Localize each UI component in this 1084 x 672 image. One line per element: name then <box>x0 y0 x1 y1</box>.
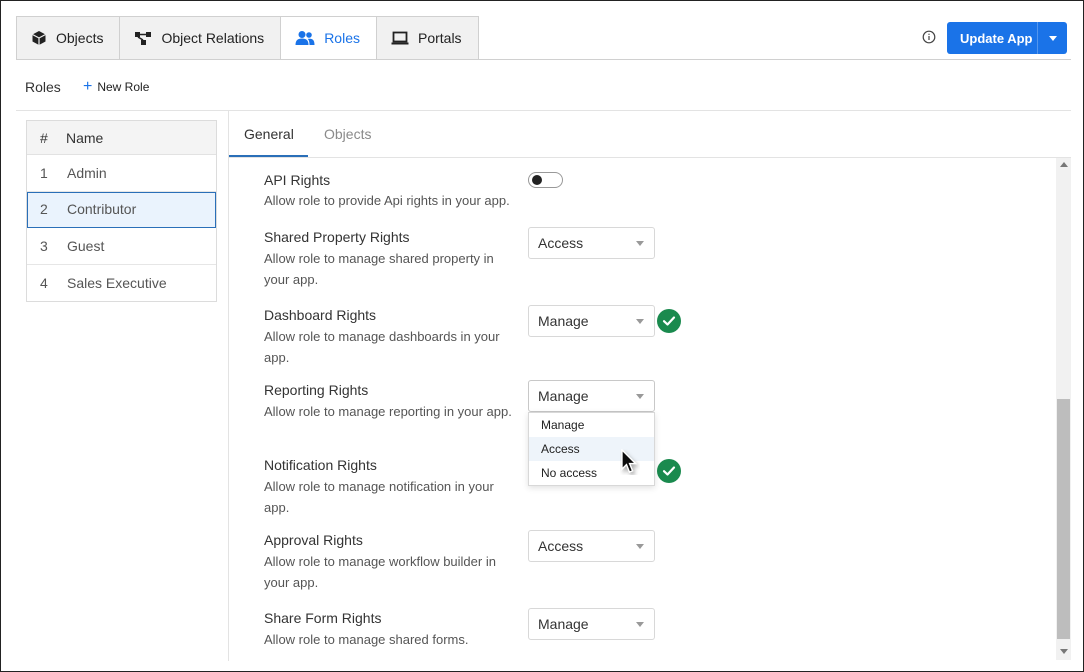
laptop-icon <box>391 31 409 45</box>
role-name: Admin <box>67 164 107 181</box>
tab-general[interactable]: General <box>244 126 294 142</box>
dashboard-rights-select[interactable]: Manage <box>528 305 655 337</box>
role-row-guest[interactable]: 3 Guest <box>27 228 216 265</box>
tab-role-objects[interactable]: Objects <box>324 126 371 142</box>
tab-object-relations[interactable]: Object Relations <box>119 16 282 60</box>
chevron-down-icon <box>636 622 644 627</box>
approval-rights-select[interactable]: Access <box>528 530 655 562</box>
select-value: Manage <box>538 313 589 329</box>
panel-divider <box>228 111 229 661</box>
role-name: Sales Executive <box>67 274 167 291</box>
saved-check-icon <box>657 309 681 333</box>
role-number: 2 <box>40 201 48 218</box>
roles-table: # Name 1 Admin 2 Contributor 3 Guest 4 S… <box>26 120 217 302</box>
share-form-rights-title: Share Form Rights <box>264 610 382 626</box>
col-name-header: Name <box>66 129 104 146</box>
dropdown-option-manage[interactable]: Manage <box>529 413 654 437</box>
tab-objects-label: Objects <box>56 30 104 46</box>
chevron-down-icon <box>636 319 644 324</box>
chevron-down-icon <box>636 394 644 399</box>
relations-icon <box>135 32 152 45</box>
dashboard-rights-desc: Allow role to manage dashboards in your … <box>264 329 500 365</box>
new-role-label: New Role <box>97 80 150 94</box>
role-name: Contributor <box>67 201 137 218</box>
api-rights-title: API Rights <box>264 172 331 188</box>
select-value: Access <box>538 538 584 554</box>
reporting-rights-desc: Allow role to manage reporting in your a… <box>264 404 512 419</box>
tab-bar-divider <box>16 59 1071 60</box>
reporting-rights-select[interactable]: Manage <box>528 380 655 412</box>
tab-objects[interactable]: Objects <box>16 16 121 60</box>
dashboard-rights-title: Dashboard Rights <box>264 307 377 323</box>
scroll-down-icon[interactable] <box>1060 649 1068 654</box>
select-value: Manage <box>538 616 589 632</box>
tab-roles-label: Roles <box>324 30 360 46</box>
api-rights-toggle[interactable] <box>528 172 563 188</box>
update-app-label: Update App <box>960 30 1033 46</box>
tab-roles[interactable]: Roles <box>280 16 377 60</box>
api-rights-desc: Allow role to provide Api rights in your… <box>264 193 510 208</box>
mouse-cursor-icon <box>621 449 638 473</box>
roles-table-header: # Name <box>27 121 216 155</box>
tab-portals-label: Portals <box>417 30 462 46</box>
cube-icon <box>32 31 46 45</box>
share-form-rights-select[interactable]: Manage <box>528 608 655 640</box>
update-app-button[interactable]: Update App <box>947 22 1067 54</box>
saved-check-icon <box>657 459 681 483</box>
subheader-divider <box>16 110 1071 111</box>
chevron-down-icon <box>1048 35 1057 41</box>
shared-property-rights-select[interactable]: Access <box>528 227 655 259</box>
top-tab-bar: Objects Object Relations Roles Portals <box>16 16 479 60</box>
approval-rights-title: Approval Rights <box>264 532 363 548</box>
tab-object-relations-label: Object Relations <box>161 30 265 46</box>
new-role-button[interactable]: + New Role <box>83 78 150 95</box>
reporting-rights-title: Reporting Rights <box>264 382 369 398</box>
tab-portals[interactable]: Portals <box>375 16 479 60</box>
notification-rights-title: Notification Rights <box>264 457 377 473</box>
role-number: 1 <box>40 164 48 181</box>
select-value: Manage <box>538 388 589 404</box>
role-name: Guest <box>67 237 105 254</box>
approval-rights-desc: Allow role to manage workflow builder in… <box>264 554 496 590</box>
role-row-contributor[interactable]: 2 Contributor <box>27 191 216 228</box>
role-row-admin[interactable]: 1 Admin <box>27 155 216 192</box>
scroll-up-icon[interactable] <box>1060 162 1068 167</box>
role-number: 4 <box>40 274 48 291</box>
content-tab-divider <box>229 157 1071 158</box>
notification-rights-desc: Allow role to manage notification in you… <box>264 479 494 515</box>
select-value: Access <box>538 235 584 251</box>
chevron-down-icon <box>636 544 644 549</box>
info-icon[interactable] <box>922 30 936 44</box>
users-icon <box>295 31 315 45</box>
share-form-rights-desc: Allow role to manage shared forms. <box>264 632 469 647</box>
chevron-down-icon <box>636 241 644 246</box>
role-row-sales-executive[interactable]: 4 Sales Executive <box>27 265 216 302</box>
scrollbar-thumb[interactable] <box>1057 399 1070 639</box>
update-app-dropdown-toggle[interactable] <box>1037 22 1067 54</box>
plus-icon: + <box>83 78 93 95</box>
shared-property-rights-title: Shared Property Rights <box>264 229 410 245</box>
app-window: Objects Object Relations Roles Portals U… <box>0 0 1084 672</box>
role-number: 3 <box>40 237 48 254</box>
page-title: Roles <box>25 79 61 95</box>
toggle-knob <box>532 175 542 185</box>
col-number-header: # <box>40 129 48 146</box>
shared-property-rights-desc: Allow role to manage shared property in … <box>264 251 494 287</box>
